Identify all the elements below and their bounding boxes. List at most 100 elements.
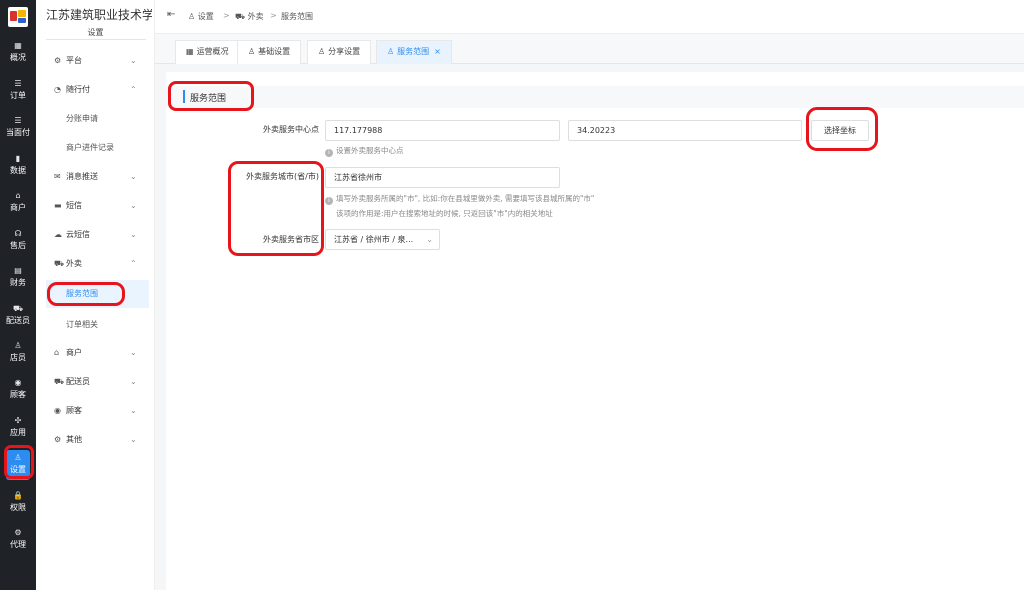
close-icon[interactable]: ×	[434, 47, 441, 56]
cloud-icon: ☁	[54, 230, 62, 239]
user-gear-icon: ♙	[188, 12, 196, 21]
tab-label: 运营概况	[196, 47, 229, 56]
submenu-split-apply[interactable]: 分账申请	[36, 109, 155, 129]
menu-sms[interactable]: ▬ 短信 ⌄	[36, 196, 155, 216]
city-label: 外卖服务城市(省/市)	[246, 172, 319, 181]
breadcrumb-separator: >	[223, 11, 230, 20]
rail-item-label: 概况	[10, 53, 26, 62]
chevron-down-icon: ⌄	[130, 201, 137, 210]
rail-item-finance[interactable]: ▤ 财务	[0, 265, 36, 299]
menu-label: 平台	[66, 56, 82, 65]
chevron-down-icon: ⌄	[130, 230, 137, 239]
rail-item-apps[interactable]: ✣ 应用	[0, 415, 36, 449]
menu-takeout[interactable]: ⛟ 外卖 ⌃	[36, 254, 155, 274]
menu-other[interactable]: ⚙ 其他 ⌄	[36, 430, 155, 450]
list-icon: ☰	[14, 116, 22, 125]
menu-platform[interactable]: ⚙ 平台 ⌄	[36, 51, 155, 71]
tab-label: 服务范围	[397, 47, 430, 56]
rail-item-label: 配送员	[6, 316, 30, 325]
breadcrumb-separator: >	[270, 11, 277, 20]
menu-suixingfu[interactable]: ◔ 随行付 ⌃	[36, 80, 155, 100]
chevron-up-icon: ⌃	[130, 85, 137, 94]
district-cascader[interactable]: 江苏省 / 徐州市 / 泉... ⌄	[325, 229, 440, 250]
tab-overview[interactable]: ▦ 运营概况	[175, 40, 240, 64]
chevron-up-icon: ⌃	[130, 259, 137, 268]
chevron-down-icon: ⌄	[130, 406, 137, 415]
rail-item-label: 商户	[10, 203, 26, 212]
rail-item-merchant[interactable]: ⌂ 商户	[0, 190, 36, 224]
top-header: ⇤ ♙ 设置 > ⛟ 外卖 > 服务范围	[155, 0, 1024, 34]
rail-item-orders[interactable]: ☰ 订单	[0, 78, 36, 112]
gear-icon: ⚙	[54, 56, 62, 65]
apps-icon: ✣	[14, 416, 22, 425]
rail-item-label: 订单	[10, 91, 26, 100]
menu-courier[interactable]: ⛟ 配送员 ⌄	[36, 372, 155, 392]
section-accent-bar	[183, 90, 185, 103]
user-gear-icon: ♙	[14, 453, 22, 462]
user-gear-icon: ♙	[318, 47, 326, 56]
rail-item-agent[interactable]: ⚙ 代理	[0, 527, 36, 561]
chart-icon: ▮	[15, 154, 21, 163]
breadcrumb-takeout[interactable]: ⛟ 外卖	[235, 11, 264, 22]
lock-icon: 🔒	[13, 491, 23, 500]
gear-icon: ⚙	[54, 435, 62, 444]
rail-item-label: 财务	[10, 278, 26, 287]
rail-item-permissions[interactable]: 🔒 权限	[0, 490, 36, 524]
rail-item-label: 顾客	[10, 390, 26, 399]
message-icon: ✉	[54, 172, 61, 181]
rail-item-courier[interactable]: ⛟ 配送员	[0, 303, 36, 337]
rail-item-staff[interactable]: ♙ 店员	[0, 340, 36, 374]
rail-item-settings[interactable]: ♙ 设置	[0, 450, 36, 486]
rail-item-face-pay[interactable]: ☰ 当面付	[0, 115, 36, 149]
longitude-input[interactable]	[325, 120, 560, 141]
city-input[interactable]	[325, 167, 560, 188]
grid-icon: ▦	[14, 41, 22, 50]
breadcrumb-settings[interactable]: ♙ 设置	[188, 11, 214, 22]
latitude-input[interactable]	[568, 120, 802, 141]
district-label: 外卖服务省市区	[263, 235, 319, 244]
customer-icon: ◉	[14, 378, 22, 387]
user-gear-icon: ♙	[248, 47, 256, 56]
ledger-icon: ▤	[14, 266, 22, 275]
rail-item-overview[interactable]: ▦ 概况	[0, 40, 36, 74]
user-gear-icon: ♙	[387, 47, 395, 56]
menu-label: 外卖	[66, 259, 82, 268]
tab-share-settings[interactable]: ♙ 分享设置	[307, 40, 372, 64]
tab-label: 分享设置	[328, 47, 361, 56]
center-point-label: 外卖服务中心点	[263, 125, 319, 134]
rail-item-data[interactable]: ▮ 数据	[0, 153, 36, 187]
menu-merchant[interactable]: ⌂ 商户 ⌄	[36, 343, 155, 363]
main-nav-rail: ▦ 概况 ☰ 订单 ☰ 当面付 ▮ 数据 ⌂ 商户 ☊ 售后 ▤ 财务 ⛟ 配送…	[0, 0, 36, 590]
tab-basic-settings[interactable]: ♙ 基础设置	[237, 40, 302, 64]
tab-service-range[interactable]: ♙ 服务范围 ×	[376, 40, 452, 64]
menu-push[interactable]: ✉ 消息推送 ⌄	[36, 167, 155, 187]
submenu-order-related[interactable]: 订单相关	[36, 315, 155, 335]
chevron-down-icon: ⌄	[130, 377, 137, 386]
info-icon: i	[325, 149, 333, 157]
menu-label: 顾客	[66, 406, 82, 415]
menu-customer[interactable]: ◉ 顾客 ⌄	[36, 401, 155, 421]
rail-item-customer[interactable]: ◉ 顾客	[0, 377, 36, 411]
sidebar-subtitle: 设置	[87, 28, 104, 37]
collapse-menu-icon[interactable]: ⇤	[167, 9, 175, 20]
rail-item-after-sales[interactable]: ☊ 售后	[0, 228, 36, 262]
submenu-service-range[interactable]: 服务范围	[46, 280, 149, 308]
content-panel	[166, 72, 1024, 590]
hint-text: 设置外卖服务中心点	[336, 146, 404, 155]
settings-sidebar: 江苏建筑职业技术学院 设置 ⚙ 平台 ⌄ ◔ 随行付 ⌃ 分账申请 商户进件记录…	[36, 0, 155, 590]
menu-cloud-sms[interactable]: ☁ 云短信 ⌄	[36, 225, 155, 245]
center-point-hint: i 设置外卖服务中心点	[325, 145, 404, 157]
sms-icon: ▬	[54, 201, 62, 210]
rail-item-label: 应用	[10, 428, 26, 437]
breadcrumb-current: 服务范围	[281, 12, 313, 21]
submenu-merchant-records[interactable]: 商户进件记录	[36, 138, 155, 158]
submenu-label: 订单相关	[66, 320, 98, 329]
app-logo	[8, 7, 28, 27]
gear-icon: ⚙	[14, 528, 22, 537]
breadcrumb-label: 设置	[197, 12, 214, 21]
section-header	[166, 86, 1024, 108]
chevron-down-icon: ⌄	[130, 56, 137, 65]
pick-coordinate-button[interactable]: 选择坐标	[811, 120, 869, 141]
city-hint-line2: 该项的作用是:用户在搜索地址的时候, 只返回该"市"内的相关地址	[336, 209, 553, 218]
section-title: 服务范围	[190, 94, 227, 104]
